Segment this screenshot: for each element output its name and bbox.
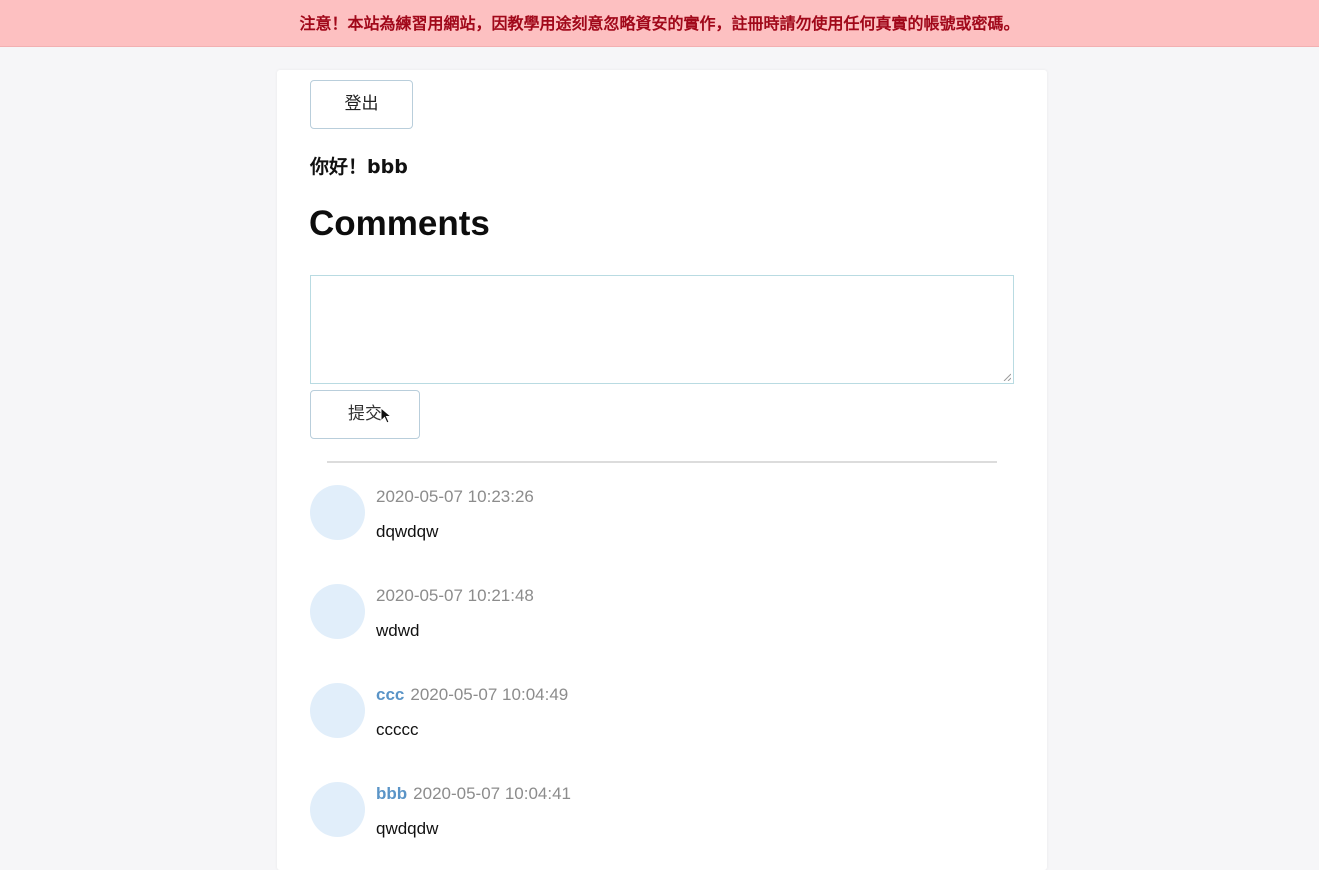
comment-time: 2020-05-07 10:04:41	[413, 784, 572, 803]
mouse-pointer-icon	[380, 407, 392, 424]
greeting-text: 你好！bbb	[310, 156, 408, 178]
section-divider	[327, 461, 997, 463]
avatar	[310, 584, 365, 639]
comment-time: 2020-05-07 10:04:49	[410, 685, 569, 704]
comment-content: ccccc	[376, 720, 419, 739]
comment-item: bbb 2020-05-07 10:04:41 qwdqdw	[310, 782, 1000, 852]
comment-content: dqwdqw	[376, 522, 439, 541]
comment-time: 2020-05-07 10:21:48	[376, 586, 534, 605]
comment-author[interactable]: ccc	[376, 685, 404, 704]
comment-textarea[interactable]	[310, 275, 1014, 384]
avatar	[310, 485, 365, 540]
comment-meta: ccc 2020-05-07 10:04:49	[376, 685, 568, 705]
comment-content: qwdqdw	[376, 819, 439, 838]
comment-content: wdwd	[376, 621, 420, 640]
main-card: 登出 你好！bbb Comments 提交 2020-05-07 10:23:2…	[277, 70, 1047, 870]
comment-item: 2020-05-07 10:23:26 dqwdqw	[310, 485, 1000, 555]
security-warning-banner: 注意！本站為練習用網站，因教學用途刻意忽略資安的實作，註冊時請勿使用任何真實的帳…	[0, 0, 1319, 47]
avatar	[310, 782, 365, 837]
submit-button[interactable]: 提交	[310, 390, 420, 439]
logout-button[interactable]: 登出	[310, 80, 413, 129]
comment-item: ccc 2020-05-07 10:04:49 ccccc	[310, 683, 1000, 753]
avatar	[310, 683, 365, 738]
comment-item: 2020-05-07 10:21:48 wdwd	[310, 584, 1000, 654]
comment-time: 2020-05-07 10:23:26	[376, 487, 534, 506]
comment-meta: 2020-05-07 10:21:48	[376, 586, 534, 606]
comment-meta: 2020-05-07 10:23:26	[376, 487, 534, 507]
comment-author[interactable]: bbb	[376, 784, 407, 803]
page-title: Comments	[309, 204, 490, 243]
comment-meta: bbb 2020-05-07 10:04:41	[376, 784, 571, 804]
resize-grip-icon[interactable]	[1003, 373, 1011, 381]
